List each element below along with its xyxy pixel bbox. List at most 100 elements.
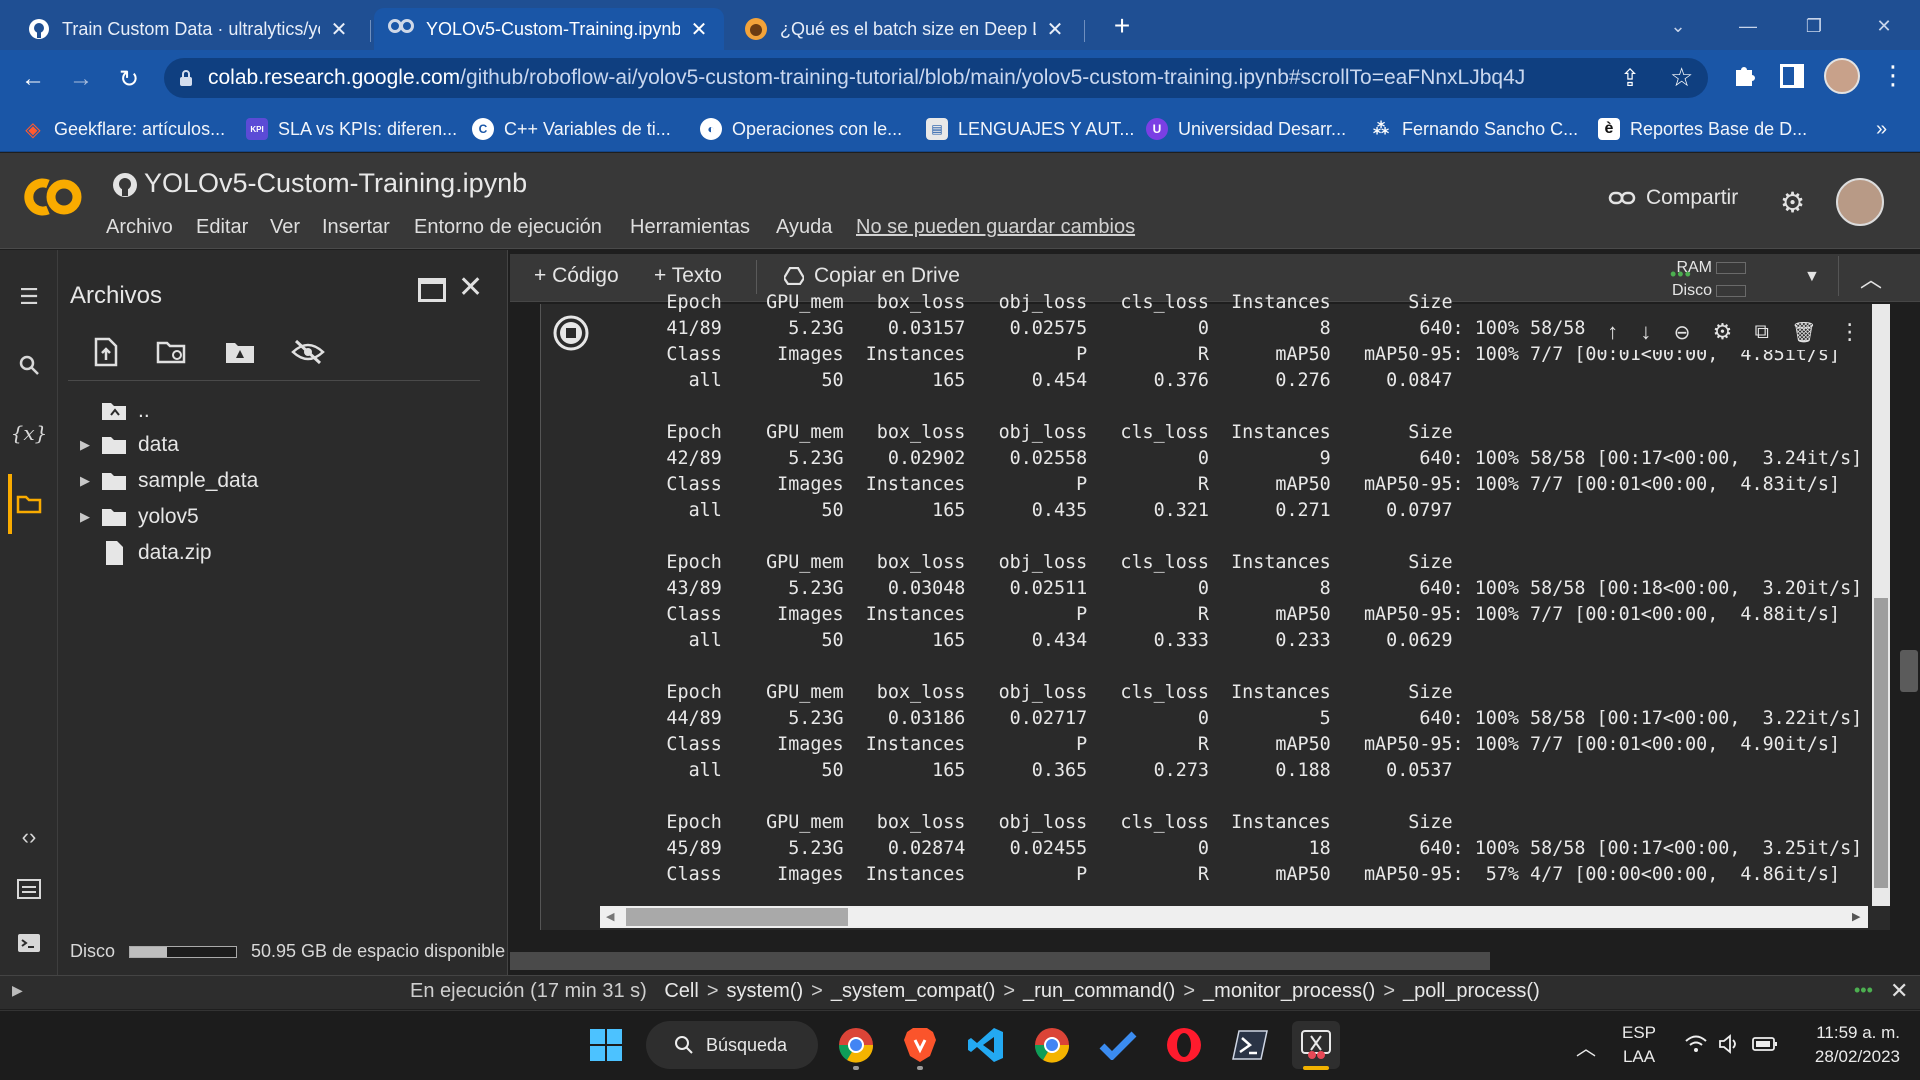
scroll-right-arrow-icon[interactable]: ▶ [1852,910,1860,923]
chrome-profile-icon[interactable] [832,1021,880,1069]
input-language[interactable]: ESP LAA [1622,1021,1656,1069]
system-clock[interactable]: 11:59 a. m. 28/02/2023 [1800,1021,1900,1069]
cell-output[interactable]: Epoch GPU_mem box_loss obj_loss cls_loss… [600,290,1870,904]
settings-gear-icon[interactable]: ⚙ [1713,319,1733,345]
battery-icon[interactable] [1752,1036,1778,1052]
open-in-tab-icon[interactable] [418,278,446,302]
bookmark-reportes[interactable]: è Reportes Base de D... [1598,114,1807,144]
taskbar-search[interactable]: Búsqueda [646,1021,818,1069]
mount-drive-icon[interactable] [220,332,260,372]
bookmarks-overflow-button[interactable]: » [1876,114,1887,144]
crumb-system-compat[interactable]: _system_compat() [831,980,996,1002]
vscode-icon[interactable] [962,1021,1010,1069]
folder-icon[interactable] [12,486,46,520]
add-code-button[interactable]: + Código [534,264,619,288]
menu-editar[interactable]: Editar [196,216,248,239]
show-hidden-icons-chevron-icon[interactable]: ︿ [1576,1032,1596,1061]
todo-checkmark-icon[interactable] [1094,1021,1142,1069]
chrome-icon[interactable] [1028,1021,1076,1069]
close-window-button[interactable]: ✕ [1856,8,1912,44]
file-entry-data-zip[interactable]: data.zip [70,536,212,570]
bookmark-sla-kpis[interactable]: KPI SLA vs KPIs: diferen... [246,114,457,144]
notebook-horizontal-scroll[interactable] [510,952,1490,970]
crumb-poll-process[interactable]: _poll_process() [1403,980,1540,1002]
upload-file-icon[interactable] [86,332,126,372]
copy-to-drive-button[interactable]: Copiar en Drive [784,264,960,288]
refresh-folder-icon[interactable] [152,332,192,372]
browser-menu-icon[interactable]: ⋮ [1880,60,1906,91]
tab-batch-size[interactable]: ¿Qué es el batch size en Deep Le ✕ [730,8,1080,50]
wifi-icon[interactable] [1684,1034,1708,1054]
add-text-button[interactable]: + Texto [654,264,722,288]
reload-button[interactable]: ↻ [110,60,148,98]
close-panel-icon[interactable]: ✕ [458,270,483,305]
bookmark-cpp-variables[interactable]: C C++ Variables de ti... [472,114,671,144]
crumb-monitor-process[interactable]: _monitor_process() [1203,980,1375,1002]
code-snippets-icon[interactable]: ‹› [12,820,46,854]
command-palette-icon[interactable] [12,872,46,906]
menu-ver[interactable]: Ver [270,216,300,239]
file-entry-parent[interactable]: .. [70,394,150,428]
crumb-system[interactable]: system() [727,980,804,1002]
close-icon[interactable]: ✕ [328,17,350,42]
crumb-cell[interactable]: Cell [664,980,698,1002]
brave-icon[interactable] [896,1021,944,1069]
stop-execution-button[interactable] [552,314,590,352]
side-panel-icon[interactable] [1780,64,1804,88]
settings-gear-icon[interactable]: ⚙ [1780,186,1805,219]
profile-avatar[interactable] [1824,58,1860,94]
tab-yolov5-notebook[interactable]: YOLOv5-Custom-Training.ipynb - ✕ [374,8,724,50]
crumb-run-command[interactable]: _run_command() [1023,980,1175,1002]
file-entry-data[interactable]: ▶ data [70,428,179,462]
mirror-cell-icon[interactable]: ⧉ [1755,321,1769,344]
expand-caret-icon[interactable]: ▶ [70,509,100,525]
opera-icon[interactable] [1160,1021,1208,1069]
back-button[interactable]: ← [14,60,52,98]
address-bar[interactable]: colab.research.google.com/github/roboflo… [164,58,1708,98]
resource-dropdown-icon[interactable]: ▼ [1804,268,1820,286]
share-page-icon[interactable]: ⇪ [1620,64,1640,93]
tab-search-chevron-icon[interactable]: ⌄ [1650,8,1706,44]
vertical-scroll-thumb[interactable] [1874,598,1888,888]
windows-start-icon[interactable] [582,1021,630,1069]
file-entry-sample-data[interactable]: ▶ sample_data [70,464,258,498]
unsaved-changes-link[interactable]: No se pueden guardar cambios [856,216,1135,239]
restore-button[interactable]: ❐ [1786,8,1842,44]
horizontal-scroll-thumb[interactable] [626,908,848,926]
table-of-contents-icon[interactable]: ☰ [12,280,46,314]
expand-status-icon[interactable]: ▶ [12,982,23,999]
connected-indicator[interactable]: ••• [1854,980,1873,1001]
expand-caret-icon[interactable]: ▶ [70,437,100,453]
bookmark-star-icon[interactable]: ☆ [1670,62,1693,93]
colab-logo[interactable] [20,172,84,228]
menu-entorno[interactable]: Entorno de ejecución [414,216,602,239]
extensions-icon[interactable] [1732,62,1760,90]
bookmark-lenguajes[interactable]: ▤ LENGUAJES Y AUT... [926,114,1134,144]
snipping-tool-icon[interactable] [1292,1021,1340,1069]
menu-herramientas[interactable]: Herramientas [630,216,750,239]
forward-button[interactable]: → [62,60,100,98]
menu-insertar[interactable]: Insertar [322,216,390,239]
notebook-title[interactable]: YOLOv5-Custom-Training.ipynb [144,168,527,199]
share-button[interactable]: Compartir [1608,186,1738,210]
tab-train-custom-data[interactable]: Train Custom Data · ultralytics/yo ✕ [14,8,364,50]
hide-files-icon[interactable] [288,332,328,372]
bookmark-geekflare[interactable]: ◈ Geekflare: artículos... [22,114,225,144]
menu-ayuda[interactable]: Ayuda [776,216,832,239]
powershell-icon[interactable] [1226,1021,1274,1069]
user-avatar[interactable] [1836,178,1884,226]
lock-icon[interactable] [164,69,208,87]
more-options-icon[interactable]: ⋮ [1839,319,1861,345]
minimize-button[interactable]: — [1720,8,1776,44]
move-down-icon[interactable]: ↓ [1640,319,1651,345]
close-icon[interactable]: ✕ [688,17,710,42]
bookmark-universidad[interactable]: U Universidad Desarr... [1146,114,1346,144]
menu-archivo[interactable]: Archivo [106,216,173,239]
scroll-left-arrow-icon[interactable]: ◀ [606,910,614,923]
terminal-icon[interactable] [12,926,46,960]
page-scroll-thumb[interactable] [1900,650,1918,692]
file-entry-yolov5[interactable]: ▶ yolov5 [70,500,199,534]
new-tab-button[interactable]: + [1104,8,1140,44]
bookmark-fernando-sancho[interactable]: ⁂ Fernando Sancho C... [1370,114,1578,144]
bookmark-operaciones[interactable]: ◐ Operaciones con le... [700,114,902,144]
